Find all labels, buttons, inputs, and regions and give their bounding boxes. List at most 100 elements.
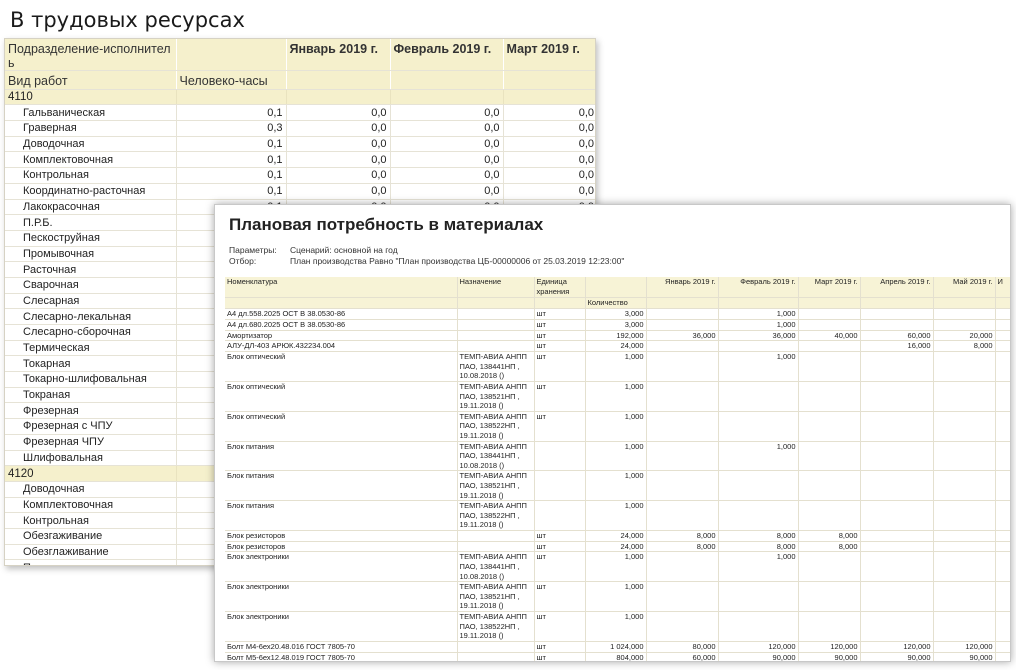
work-type: Расточная	[5, 261, 176, 278]
month-cell	[933, 319, 996, 331]
work-type: Фрезерная	[5, 402, 176, 420]
month-cell: 90,000	[718, 652, 799, 661]
work-type: Шлифовальная	[5, 450, 176, 467]
work-type: Токарно-шлифовальная	[5, 371, 176, 388]
nomenclature-cell: Блок оптический	[225, 381, 458, 412]
month-cell: 0,0	[502, 151, 595, 169]
table-row: А4 дл.558.2025 ОСТ В 38.0530-86 шт 3,000 1,…	[225, 308, 1010, 320]
work-type: Комплектовочная	[5, 151, 176, 169]
params-label: Параметры:	[229, 245, 277, 255]
purpose-cell: ТЕМП-АВИА АНПП ПАО, 138441НП , 10.08.201…	[457, 551, 535, 583]
month-cell: 8,000	[646, 530, 719, 542]
unit-cell: шт	[534, 541, 586, 553]
month-cell	[933, 541, 996, 553]
work-type: Промывочная	[5, 559, 176, 565]
month-cell	[860, 551, 934, 583]
qty-cell: 1,000	[585, 411, 647, 442]
work-type: П.Р.Б.	[5, 214, 176, 231]
unit-cell	[534, 441, 586, 472]
nomenclature-cell: Блок резисторов	[225, 530, 458, 542]
month-cell: 1,000	[718, 319, 799, 331]
month-cell	[718, 411, 799, 442]
month-cell	[646, 551, 719, 583]
month-cell	[798, 611, 861, 642]
purpose-cell	[457, 319, 535, 331]
labor-header-row: Подразделение-исполнител ь Январь 2019 г…	[5, 39, 595, 71]
purpose-cell	[457, 308, 535, 320]
header-month-jan: Январь 2019 г.	[285, 39, 391, 71]
month-cell: 1,000	[718, 308, 799, 320]
month-cell	[718, 500, 799, 531]
work-type: Контрольная	[5, 512, 176, 529]
month-cell: 8,000	[646, 541, 719, 553]
purpose-cell: ТЕМП-АВИА АНПП ПАО, 138522НП , 19.11.201…	[457, 611, 535, 642]
work-type: Гальваническая	[5, 104, 176, 122]
report-title: Плановая потребность в материалах	[229, 215, 544, 234]
qty-cell: 1,000	[585, 611, 647, 642]
qty-cell: 1,000	[585, 351, 647, 382]
month-cell: 0,0	[389, 183, 503, 200]
work-type: Координатно-расточная	[5, 183, 176, 200]
unit-cell: шт	[534, 340, 586, 353]
labor-header-row-2: Вид работ Человеко-часы	[5, 70, 595, 90]
month-cell	[933, 308, 996, 320]
month-cell	[646, 500, 719, 531]
nomenclature-cell: Блок питания	[225, 441, 458, 472]
table-row: Блок питания ТЕМП-АВИА АНПП ПАО, 138441НП…	[225, 441, 1010, 472]
month-cell	[933, 551, 996, 583]
month-cell: 0,0	[502, 183, 595, 200]
work-type: Фрезерная с ЧПУ	[5, 418, 176, 435]
month-cell	[860, 411, 934, 442]
header-month: Март 2019 г.	[798, 277, 861, 298]
month-cell	[798, 500, 861, 531]
month-cell	[718, 381, 799, 412]
month-cell: 16,000	[860, 340, 934, 353]
month-cell: 36,000	[718, 330, 799, 342]
month-cell: 90,000	[860, 652, 934, 661]
nomenclature-cell: Болт М4-6ех20.48.016 ГОСТ 7805-70	[225, 641, 458, 653]
nomenclature-cell: Амортизатор	[225, 330, 458, 342]
unit-cell: шт	[534, 652, 586, 661]
table-row: Гальваническая 0,1 0,0 0,0 0,0	[5, 104, 595, 122]
month-cell: 60,000	[860, 330, 934, 342]
month-cell: 0,0	[285, 120, 390, 137]
month-cell	[860, 611, 934, 642]
unit-cell	[534, 470, 586, 502]
month-cell	[646, 340, 719, 353]
month-cell: 0,0	[285, 183, 390, 200]
header-purpose: Назначение	[457, 277, 535, 298]
qty-cell: 1,000	[585, 581, 647, 613]
month-cell: 0,0	[502, 167, 595, 184]
month-cell: 20,000	[933, 330, 996, 342]
qty-cell: 1,000	[585, 551, 647, 583]
nomenclature-cell: А4 дл.680.2025 ОСТ В 38.0530-86	[225, 319, 458, 331]
month-cell	[933, 351, 996, 382]
unit-cell: шт	[534, 530, 586, 542]
header-month: Май 2019 г.	[933, 277, 996, 298]
month-cell	[798, 411, 861, 442]
month-cell: 36,000	[646, 330, 719, 342]
month-cell	[933, 470, 996, 502]
work-type: Лакокрасочная	[5, 199, 176, 216]
nomenclature-cell: Блок электроники	[225, 581, 458, 613]
qty-cell: 1,000	[585, 441, 647, 472]
nomenclature-cell: Блок питания	[225, 470, 458, 502]
month-cell	[718, 611, 799, 642]
table-row: Контрольная 0,1 0,0 0,0 0,0	[5, 167, 595, 184]
month-cell: 40,000	[798, 330, 861, 342]
month-cell: 0,0	[502, 120, 595, 137]
materials-report-sheet: Плановая потребность в материалах Параме…	[214, 204, 1011, 662]
table-row: Блок оптический ТЕМП-АВИА АНПП ПАО, 13852…	[225, 411, 1010, 442]
table-row: Координатно-расточная 0,1 0,0 0,0 0,0	[5, 183, 595, 200]
work-type: Контрольная	[5, 167, 176, 184]
unit-cell: шт	[534, 611, 586, 642]
table-row: Граверная 0,3 0,0 0,0 0,0	[5, 120, 595, 137]
month-cell	[646, 411, 719, 442]
purpose-cell: ТЕМП-АВИА АНПП ПАО, 138522НП , 19.11.201…	[457, 500, 535, 531]
table-row: А4 дл.680.2025 ОСТ В 38.0530-86 шт 3,000 1,…	[225, 319, 1010, 331]
table-row: Блок электроники ТЕМП-АВИА АНПП ПАО, 1385…	[225, 581, 1010, 613]
man-hours-cell: 0,1	[175, 183, 286, 200]
work-type: Доводочная	[5, 136, 176, 153]
month-cell	[860, 441, 934, 472]
month-cell	[718, 470, 799, 502]
